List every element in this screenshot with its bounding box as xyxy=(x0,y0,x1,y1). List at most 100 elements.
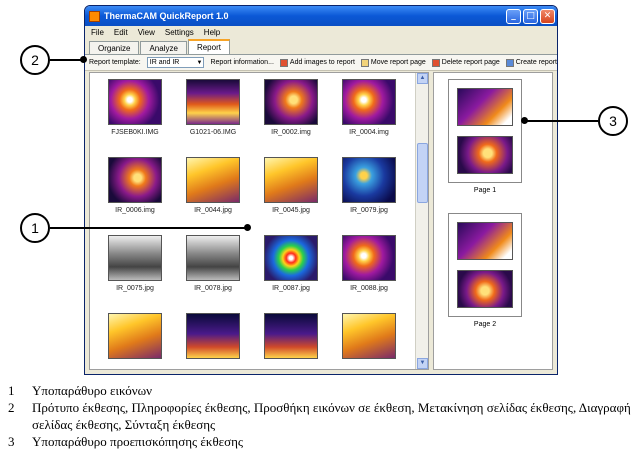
report-page-2[interactable] xyxy=(448,213,522,317)
move-page-label: Move report page xyxy=(370,59,426,66)
thumbnail-image xyxy=(342,313,396,359)
thumbnail-image xyxy=(108,79,162,125)
thumbnail-item[interactable] xyxy=(252,313,330,369)
thumbnail-label: IR_0044.jpg xyxy=(194,207,232,214)
legend-item-2: 2 Πρότυπο έκθεσης, Πληροφορίες έκθεσης, … xyxy=(8,400,631,432)
legend: 1 Υποπαράθυρο εικόνων 2 Πρότυπο έκθεσης,… xyxy=(8,382,632,450)
thumbnail-item[interactable]: IR_0079.jpg xyxy=(330,157,408,235)
thumbnail-item[interactable] xyxy=(174,313,252,369)
template-select[interactable]: IR and IR ▼ xyxy=(146,57,205,68)
menu-edit[interactable]: Edit xyxy=(114,28,128,37)
page-2-image-top xyxy=(457,222,513,260)
delete-page-icon xyxy=(431,58,440,67)
callout-2-leader xyxy=(50,59,82,61)
thumbnail-item[interactable]: IR_0045.jpg xyxy=(252,157,330,235)
menu-view[interactable]: View xyxy=(138,28,155,37)
thumbnail-item[interactable]: IR_0087.jpg xyxy=(252,235,330,313)
thumbnail-image xyxy=(186,313,240,359)
thumbnail-label: IR_0087.jpg xyxy=(272,285,310,292)
thumbnail-item[interactable]: IR_0006.img xyxy=(96,157,174,235)
thumbnail-item[interactable]: IR_0044.jpg xyxy=(174,157,252,235)
menu-bar: File Edit View Settings Help xyxy=(85,26,557,39)
thumbnail-grid: FJSEB0KI.IMG G1021-06.IMG IR_0002.img IR_00… xyxy=(96,79,408,369)
thumbnail-item[interactable]: G1021-06.IMG xyxy=(174,79,252,157)
thumbnail-item[interactable] xyxy=(330,313,408,369)
callout-2-dot xyxy=(80,56,87,63)
create-report-button[interactable]: Create report xyxy=(505,58,557,67)
report-info-button[interactable]: Report information... xyxy=(210,59,273,66)
thumbnail-label: IR_0002.img xyxy=(271,129,311,136)
scroll-thumb[interactable] xyxy=(417,143,428,203)
thumbnail-label: IR_0004.img xyxy=(349,129,389,136)
menu-file[interactable]: File xyxy=(91,28,104,37)
move-page-icon xyxy=(360,58,369,67)
delete-page-label: Delete report page xyxy=(441,59,500,66)
template-label: Report template: xyxy=(89,59,141,66)
window-title: ThermaCAM QuickReport 1.0 xyxy=(104,11,229,21)
tab-strip: Organize Analyze Report xyxy=(85,39,557,55)
thumbnail-item[interactable] xyxy=(96,313,174,369)
scroll-down-button[interactable]: ▼ xyxy=(417,358,428,369)
tab-organize[interactable]: Organize xyxy=(89,41,140,54)
create-report-label: Create report xyxy=(515,59,557,66)
callout-1-dot xyxy=(244,224,251,231)
callout-1-leader xyxy=(50,227,246,229)
add-images-button[interactable]: Add images to report xyxy=(279,58,355,67)
report-info-label: Report information... xyxy=(210,59,274,66)
menu-help[interactable]: Help xyxy=(204,28,220,37)
thumbnail-image xyxy=(264,79,318,125)
callout-2: 2 xyxy=(20,45,50,75)
thumbnail-label: FJSEB0KI.IMG xyxy=(111,129,159,136)
delete-page-button[interactable]: Delete report page xyxy=(431,58,500,67)
thumbnail-image xyxy=(108,313,162,359)
tab-report[interactable]: Report xyxy=(187,39,230,54)
thumbnail-item[interactable]: IR_0075.jpg xyxy=(96,235,174,313)
app-window: ThermaCAM QuickReport 1.0 _ □ ✕ File Edi… xyxy=(84,5,558,375)
thumbnail-image xyxy=(186,157,240,203)
maximize-button[interactable]: □ xyxy=(523,8,538,24)
thumbnail-image xyxy=(342,79,396,125)
callout-3: 3 xyxy=(598,106,628,136)
thumbnail-label: IR_0078.jpg xyxy=(194,285,232,292)
thumbnail-item[interactable]: IR_0078.jpg xyxy=(174,235,252,313)
thumbnail-label: IR_0045.jpg xyxy=(272,207,310,214)
add-images-label: Add images to report xyxy=(289,59,355,66)
thumbnail-image xyxy=(108,235,162,281)
thumbnail-image xyxy=(342,157,396,203)
create-report-icon xyxy=(505,58,514,67)
thumbnail-image xyxy=(264,313,318,359)
page-2-label: Page 2 xyxy=(473,321,497,328)
move-page-button[interactable]: Move report page xyxy=(360,58,426,67)
tab-analyze[interactable]: Analyze xyxy=(140,41,187,54)
thumbnail-label: G1021-06.IMG xyxy=(189,129,237,136)
report-page-1[interactable] xyxy=(448,79,522,183)
page-1-label: Page 1 xyxy=(473,187,497,194)
callout-3-dot xyxy=(521,117,528,124)
title-bar[interactable]: ThermaCAM QuickReport 1.0 _ □ ✕ xyxy=(85,6,557,26)
minimize-button[interactable]: _ xyxy=(506,8,521,24)
thumbnail-label: IR_0079.jpg xyxy=(350,207,388,214)
thumbnail-item[interactable]: IR_0004.img xyxy=(330,79,408,157)
thumbnail-image xyxy=(186,235,240,281)
page-1-image-bottom xyxy=(457,136,513,174)
report-preview-pane: Page 1 Page 2 xyxy=(433,72,553,370)
thumbnail-label: IR_0088.jpg xyxy=(350,285,388,292)
close-button[interactable]: ✕ xyxy=(540,8,555,24)
template-value: IR and IR xyxy=(149,59,180,66)
legend-item-1: 1 Υποπαράθυρο εικόνων xyxy=(8,383,153,398)
add-images-icon xyxy=(279,58,288,67)
image-pane-scrollbar[interactable]: ▲ ▼ xyxy=(415,73,428,369)
thumbnail-image xyxy=(186,79,240,125)
page-2-image-bottom xyxy=(457,270,513,308)
thumbnail-label: IR_0006.img xyxy=(115,207,155,214)
thumbnail-item[interactable]: IR_0088.jpg xyxy=(330,235,408,313)
app-icon xyxy=(89,10,100,22)
legend-item-3: 3 Υποπαράθυρο προεπισκόπησης έκθεσης xyxy=(8,434,244,449)
menu-settings[interactable]: Settings xyxy=(165,28,194,37)
image-pane: FJSEB0KI.IMG G1021-06.IMG IR_0002.img IR_00… xyxy=(89,72,429,370)
thumbnail-item[interactable]: FJSEB0KI.IMG xyxy=(96,79,174,157)
chevron-down-icon: ▼ xyxy=(196,59,203,66)
scroll-up-button[interactable]: ▲ xyxy=(417,73,428,84)
thumbnail-label: IR_0075.jpg xyxy=(116,285,154,292)
thumbnail-item[interactable]: IR_0002.img xyxy=(252,79,330,157)
